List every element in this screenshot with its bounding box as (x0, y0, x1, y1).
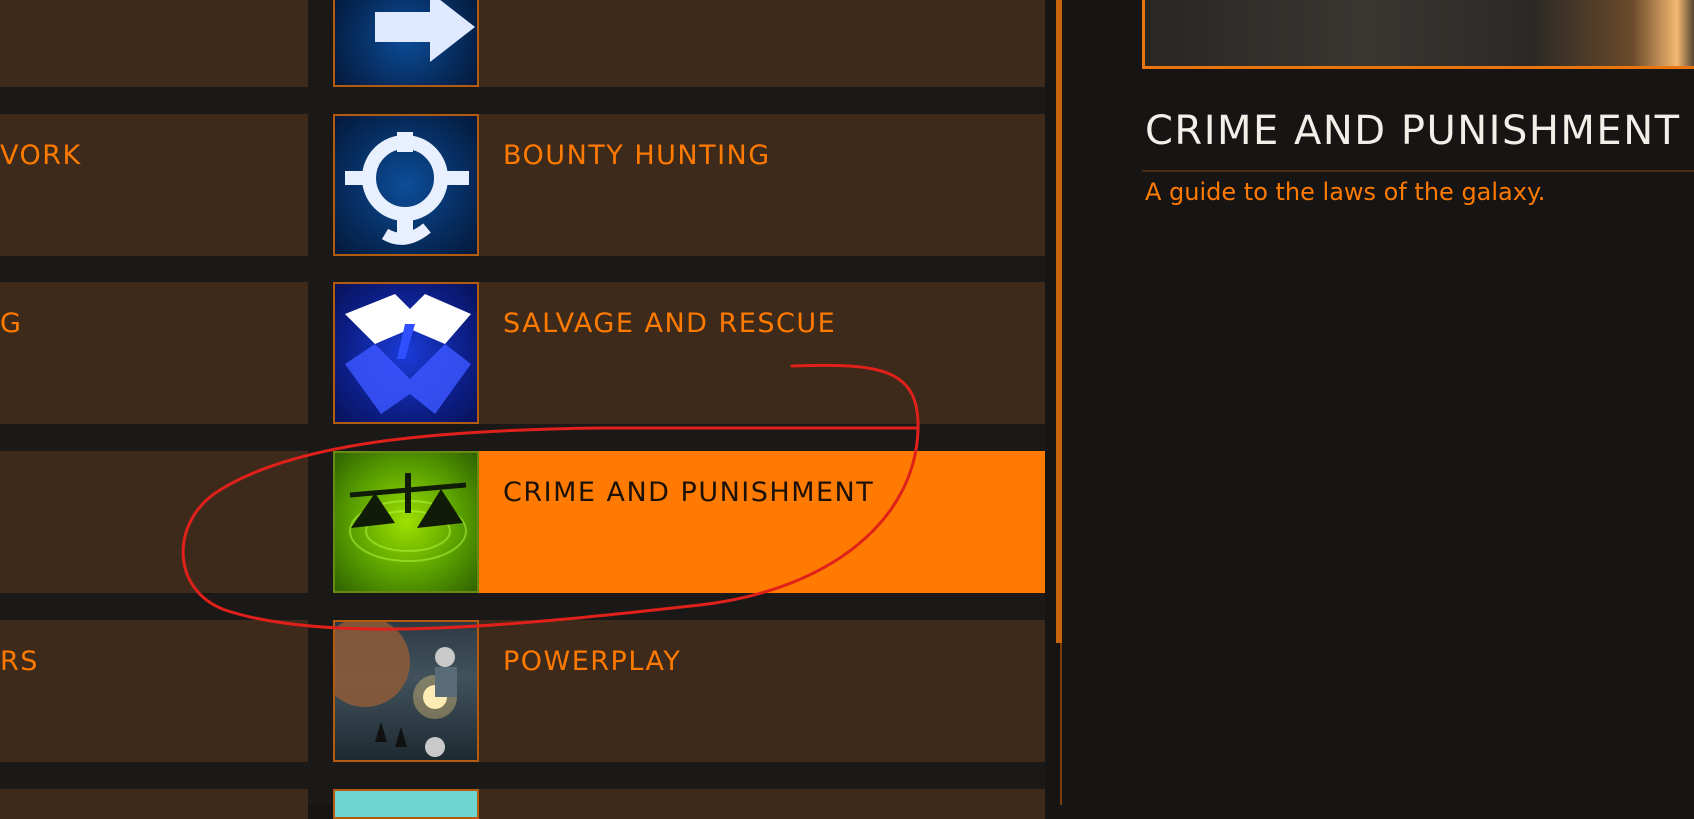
powerplay-art-icon (333, 620, 479, 762)
teal-tile-icon (333, 789, 479, 819)
left-row-6[interactable] (0, 789, 308, 819)
salvage-icon (333, 282, 479, 424)
guide-preview-image (1142, 0, 1694, 69)
detail-description: A guide to the laws of the galaxy. (1145, 178, 1546, 206)
guide-item-label: SALVAGE AND RESCUE (503, 308, 837, 339)
left-row-1[interactable] (0, 0, 308, 87)
scales-icon (333, 451, 479, 593)
arrow-icon (333, 0, 479, 87)
left-row-2[interactable]: VORK (0, 114, 308, 256)
detail-divider (1142, 170, 1694, 172)
guide-item-label: POWERPLAY (503, 646, 682, 677)
crosshair-icon (333, 114, 479, 256)
left-row-4[interactable] (0, 451, 308, 593)
left-row-label: VORK (0, 140, 82, 171)
left-row-label: G (0, 308, 23, 339)
scrollbar-track[interactable] (1060, 643, 1062, 805)
left-row-label: RS (0, 646, 39, 677)
guide-item-label: BOUNTY HUNTING (503, 140, 771, 171)
left-row-3[interactable]: G (0, 282, 308, 424)
left-row-5[interactable]: RS (0, 620, 308, 762)
detail-title: CRIME AND PUNISHMENT (1145, 108, 1681, 154)
guide-item-label: CRIME AND PUNISHMENT (503, 477, 875, 508)
scrollbar-thumb[interactable] (1056, 0, 1062, 643)
